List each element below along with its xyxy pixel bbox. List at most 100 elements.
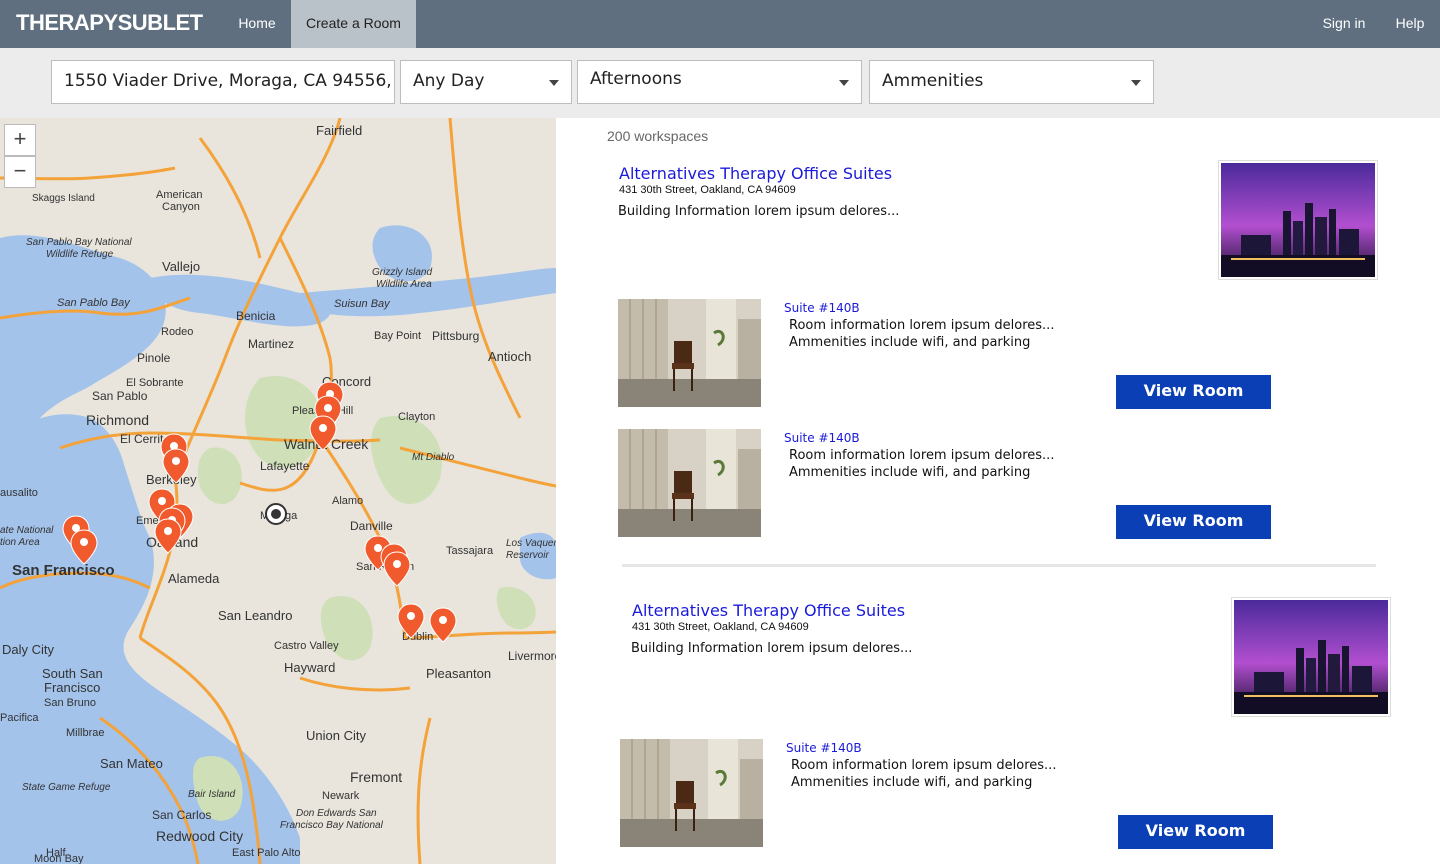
svg-text:San Pablo Bay National: San Pablo Bay National xyxy=(26,237,132,248)
svg-text:Fairfield: Fairfield xyxy=(316,123,362,138)
day-select[interactable]: Any Day xyxy=(400,60,572,104)
svg-text:San Pablo Bay: San Pablo Bay xyxy=(57,297,131,309)
amenities-select[interactable]: Ammenities xyxy=(869,60,1154,104)
view-room-button[interactable]: View Room xyxy=(1116,505,1271,539)
svg-text:Bay Point: Bay Point xyxy=(374,330,421,342)
svg-text:tion Area: tion Area xyxy=(0,537,40,548)
svg-text:Antioch: Antioch xyxy=(488,349,531,364)
svg-text:Lafayette: Lafayette xyxy=(260,459,310,473)
search-filter-bar: 1550 Viader Drive, Moraga, CA 94556, USA… xyxy=(0,48,1440,118)
svg-text:Moon Bay: Moon Bay xyxy=(34,853,84,864)
svg-text:Suisun Bay: Suisun Bay xyxy=(334,298,391,310)
svg-text:Alameda: Alameda xyxy=(168,571,220,586)
svg-text:Martinez: Martinez xyxy=(248,337,294,351)
room-photo[interactable] xyxy=(618,299,761,407)
svg-text:Rodeo: Rodeo xyxy=(161,326,193,338)
svg-text:Pittsburg: Pittsburg xyxy=(432,329,479,343)
svg-text:East Palo Alto: East Palo Alto xyxy=(232,847,301,859)
location-pin-icon xyxy=(383,551,411,587)
building-photo[interactable] xyxy=(1218,160,1378,280)
results-panel: 200 workspaces Alternatives Therapy Offi… xyxy=(556,118,1440,864)
svg-text:Pinole: Pinole xyxy=(137,351,171,365)
svg-text:American: American xyxy=(156,189,202,201)
nav-home-link[interactable]: Home xyxy=(224,0,290,48)
time-select-value: Afternoons xyxy=(590,69,682,89)
listing-divider xyxy=(622,564,1376,567)
svg-text:San Carlos: San Carlos xyxy=(152,808,211,822)
svg-text:San Pablo: San Pablo xyxy=(92,389,148,403)
svg-text:Benicia: Benicia xyxy=(236,309,276,323)
current-location-icon xyxy=(265,503,287,525)
svg-text:South San: South San xyxy=(42,666,103,681)
svg-text:Don Edwards San: Don Edwards San xyxy=(296,808,377,819)
building-name-link[interactable]: Alternatives Therapy Office Suites xyxy=(619,164,892,183)
svg-text:Vallejo: Vallejo xyxy=(162,259,200,274)
suite-link[interactable]: Suite #140B xyxy=(784,301,860,315)
svg-text:Daly City: Daly City xyxy=(2,642,55,657)
svg-text:Clayton: Clayton xyxy=(398,411,435,423)
view-room-button[interactable]: View Room xyxy=(1118,815,1273,849)
suite-link[interactable]: Suite #140B xyxy=(784,431,860,445)
room-interior-image xyxy=(620,739,763,847)
building-info: Building Information lorem ipsum delores… xyxy=(631,641,913,656)
nav-help-link[interactable]: Help xyxy=(1384,0,1436,48)
building-address: 431 30th Street, Oakland, CA 94609 xyxy=(619,184,796,196)
room-photo[interactable] xyxy=(618,429,761,537)
room-photo[interactable] xyxy=(620,739,763,847)
city-skyline-image xyxy=(1234,600,1388,714)
svg-text:Tassajara: Tassajara xyxy=(446,545,494,557)
svg-text:Pacifica: Pacifica xyxy=(0,712,39,724)
amenities-select-value: Ammenities xyxy=(882,71,984,91)
svg-text:Redwood City: Redwood City xyxy=(156,828,243,844)
room-info: Room information lorem ipsum delores... xyxy=(791,758,1057,773)
room-info: Room information lorem ipsum delores... xyxy=(789,318,1055,333)
svg-text:Millbrae: Millbrae xyxy=(66,727,105,739)
svg-text:Fremont: Fremont xyxy=(350,769,402,785)
svg-text:Newark: Newark xyxy=(322,790,360,802)
svg-text:Grizzly Island: Grizzly Island xyxy=(372,267,432,278)
svg-text:Los Vaqueros: Los Vaqueros xyxy=(506,538,556,549)
building-name-link[interactable]: Alternatives Therapy Office Suites xyxy=(632,601,905,620)
svg-text:Francisco Bay National: Francisco Bay National xyxy=(280,820,384,831)
svg-text:Alamo: Alamo xyxy=(332,495,363,507)
building-info: Building Information lorem ipsum delores… xyxy=(618,204,900,219)
svg-text:Castro Valley: Castro Valley xyxy=(274,640,339,652)
svg-text:State Game Refuge: State Game Refuge xyxy=(22,782,111,793)
map-view[interactable]: Fairfield American Canyon Skaggs Island … xyxy=(0,118,556,864)
zoom-out-button[interactable]: − xyxy=(4,156,36,188)
zoom-in-button[interactable]: + xyxy=(4,124,36,156)
view-room-button[interactable]: View Room xyxy=(1116,375,1271,409)
results-count: 200 workspaces xyxy=(607,128,709,144)
svg-text:El Sobrante: El Sobrante xyxy=(126,377,183,389)
building-address: 431 30th Street, Oakland, CA 94609 xyxy=(632,621,809,633)
svg-text:Pleasanton: Pleasanton xyxy=(426,666,491,681)
svg-text:San Francisco: San Francisco xyxy=(12,562,115,579)
svg-text:Francisco: Francisco xyxy=(44,680,100,695)
svg-text:Wildlife Area: Wildlife Area xyxy=(376,279,432,290)
chevron-down-icon xyxy=(839,80,849,86)
svg-text:ausalito: ausalito xyxy=(0,487,38,499)
svg-text:San Mateo: San Mateo xyxy=(100,756,163,771)
nav-sign-in-link[interactable]: Sign in xyxy=(1312,0,1376,48)
chevron-down-icon xyxy=(549,80,559,86)
building-photo[interactable] xyxy=(1231,597,1391,717)
svg-text:Bair Island: Bair Island xyxy=(188,789,236,800)
site-logo[interactable]: THERAPYSUBLET xyxy=(16,10,203,36)
svg-text:Union City: Union City xyxy=(306,728,366,743)
map-canvas[interactable]: Fairfield American Canyon Skaggs Island … xyxy=(0,118,556,864)
address-search-input[interactable]: 1550 Viader Drive, Moraga, CA 94556, USA xyxy=(51,60,395,104)
svg-text:Canyon: Canyon xyxy=(162,201,200,213)
city-skyline-image xyxy=(1221,163,1375,277)
room-interior-image xyxy=(618,299,761,407)
room-info: Room information lorem ipsum delores... xyxy=(789,448,1055,463)
room-amenities: Ammenities include wifi, and parking xyxy=(789,335,1031,350)
svg-text:San Leandro: San Leandro xyxy=(218,608,292,623)
nav-create-room-link[interactable]: Create a Room xyxy=(291,0,416,48)
room-amenities: Ammenities include wifi, and parking xyxy=(789,465,1031,480)
top-navigation-bar: THERAPYSUBLET Home Create a Room Sign in… xyxy=(0,0,1440,48)
suite-link[interactable]: Suite #140B xyxy=(786,741,862,755)
svg-text:San Bruno: San Bruno xyxy=(44,697,96,709)
svg-text:Reservoir: Reservoir xyxy=(506,550,549,561)
time-select[interactable]: Afternoons xyxy=(577,60,862,104)
svg-text:Wildlife Refuge: Wildlife Refuge xyxy=(46,249,114,260)
